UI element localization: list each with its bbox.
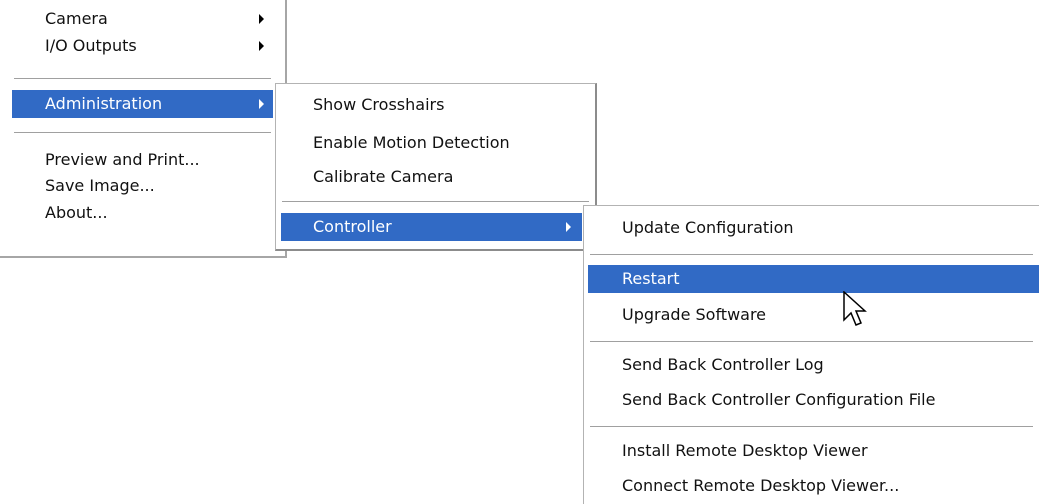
chevron-right-icon (259, 41, 264, 51)
controller-submenu: Update Configuration Restart Upgrade Sof… (583, 205, 1039, 504)
menu-item-label: Send Back Controller Log (622, 355, 824, 374)
menu-item-send-back-controller-configuration-file[interactable]: Send Back Controller Configuration File (584, 386, 1039, 414)
menu-item-label: Camera (45, 9, 108, 28)
menu-item-about[interactable]: About... (0, 199, 285, 227)
menu-item-calibrate-camera[interactable]: Calibrate Camera (276, 163, 595, 191)
menu-item-label: Preview and Print... (45, 150, 200, 169)
menu-item-connect-remote-desktop-viewer[interactable]: Connect Remote Desktop Viewer... (584, 472, 1039, 500)
menu-item-label: Enable Motion Detection (313, 133, 510, 152)
chevron-right-icon (259, 14, 264, 24)
menu-item-label: Update Configuration (622, 218, 794, 237)
menu-item-label: Restart (622, 269, 680, 288)
menu-item-label: Upgrade Software (622, 305, 767, 324)
mouse-pointer-icon (843, 291, 867, 326)
menu-item-show-crosshairs[interactable]: Show Crosshairs (276, 91, 595, 119)
menu-separator (590, 341, 1033, 343)
menu-item-restart[interactable]: Restart (588, 265, 1039, 293)
menu-separator (282, 201, 589, 203)
menu-item-send-back-controller-log[interactable]: Send Back Controller Log (584, 351, 1039, 379)
menu-item-label: Install Remote Desktop Viewer (622, 441, 868, 460)
administration-submenu: Show Crosshairs Enable Motion Detection … (275, 83, 597, 251)
menu-separator (14, 78, 271, 80)
menu-item-io-outputs[interactable]: I/O Outputs (0, 32, 285, 60)
menu-item-administration[interactable]: Administration (12, 90, 273, 118)
chevron-right-icon (566, 222, 571, 232)
menu-item-controller[interactable]: Controller (281, 213, 582, 241)
menu-item-label: I/O Outputs (45, 36, 137, 55)
menu-item-label: About... (45, 203, 108, 222)
menu-item-label: Connect Remote Desktop Viewer... (622, 476, 900, 495)
menu-item-label: Controller (313, 217, 392, 236)
menu-item-install-remote-desktop-viewer[interactable]: Install Remote Desktop Viewer (584, 437, 1039, 465)
main-context-menu: Camera I/O Outputs Administration Previe… (0, 0, 287, 258)
menu-item-camera[interactable]: Camera (0, 5, 285, 33)
menu-item-label: Calibrate Camera (313, 167, 454, 186)
menu-item-save-image[interactable]: Save Image... (0, 172, 285, 200)
menu-item-enable-motion-detection[interactable]: Enable Motion Detection (276, 129, 595, 157)
menu-item-upgrade-software[interactable]: Upgrade Software (584, 301, 1039, 329)
menu-item-label: Show Crosshairs (313, 95, 445, 114)
chevron-right-icon (259, 99, 264, 109)
menu-item-label: Save Image... (45, 176, 155, 195)
menu-separator (590, 426, 1033, 428)
menu-item-update-configuration[interactable]: Update Configuration (584, 214, 1039, 242)
menu-item-label: Send Back Controller Configuration File (622, 390, 936, 409)
menu-item-preview-and-print[interactable]: Preview and Print... (0, 146, 285, 174)
menu-separator (14, 132, 271, 134)
menu-separator (590, 254, 1033, 256)
menu-item-label: Administration (45, 94, 163, 113)
